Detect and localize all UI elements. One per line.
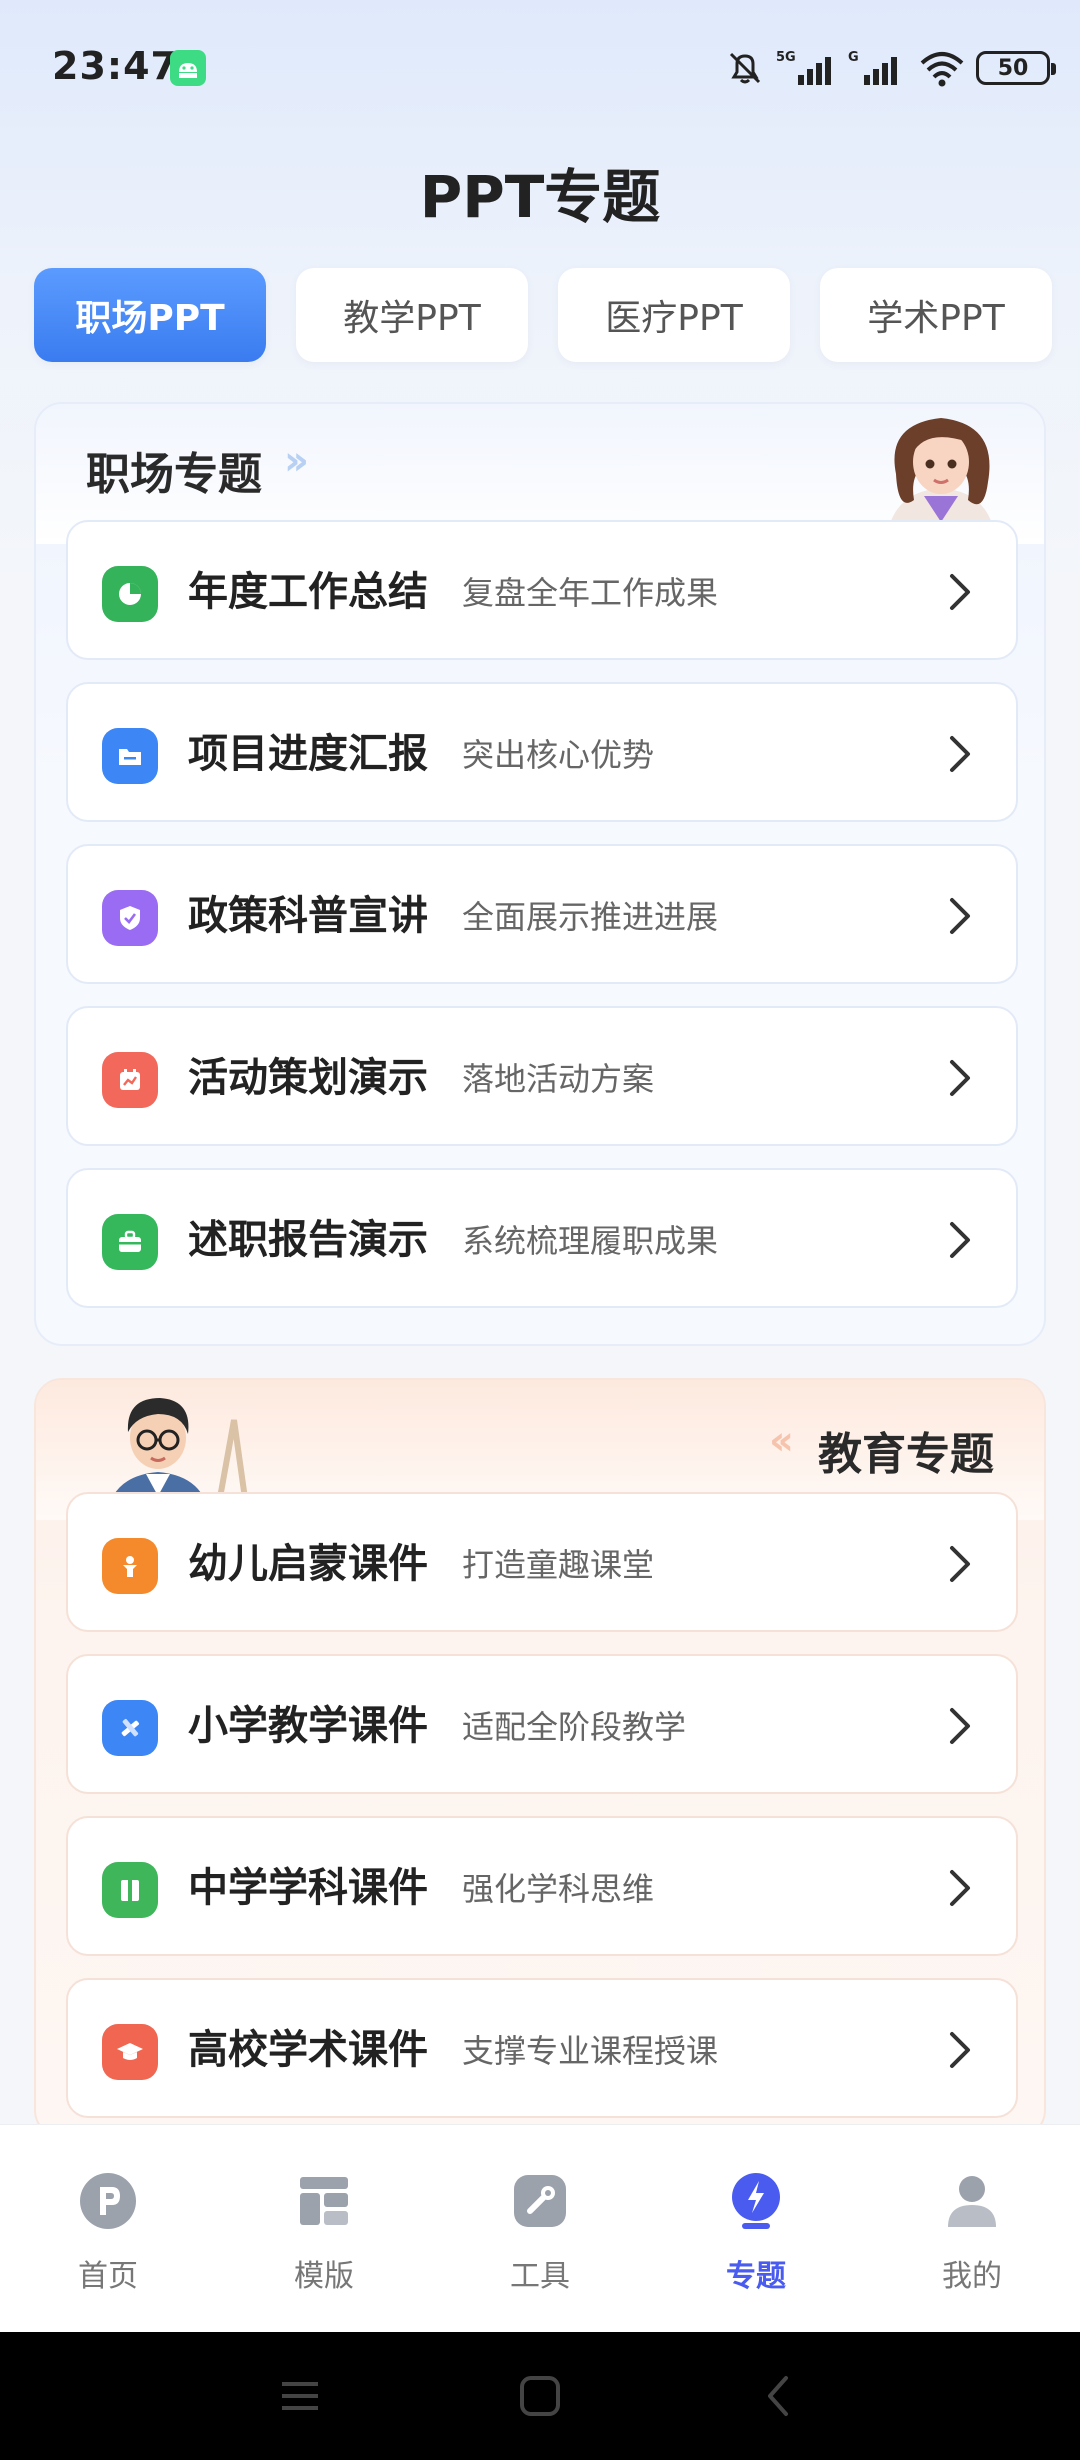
ruler-pencil-icon bbox=[102, 1700, 158, 1756]
chevron-right-icon bbox=[950, 1222, 970, 1258]
nav-item-home[interactable]: 首页 bbox=[0, 2125, 216, 2332]
system-nav-bar bbox=[0, 2332, 1080, 2460]
status-bar: 23:47 5G G 50 bbox=[0, 0, 1080, 140]
list-item[interactable]: 幼儿启蒙课件 打造童趣课堂 bbox=[66, 1492, 1018, 1632]
svg-text:G: G bbox=[848, 50, 859, 65]
menu-icon[interactable] bbox=[276, 2372, 324, 2420]
graduation-cap-icon bbox=[102, 2024, 158, 2080]
list-item[interactable]: 年度工作总结 复盘全年工作成果 bbox=[66, 520, 1018, 660]
home-square-icon[interactable] bbox=[516, 2372, 564, 2420]
item-name: 年度工作总结 bbox=[188, 569, 428, 615]
calendar-icon bbox=[102, 1052, 158, 1108]
nav-item-tools[interactable]: 工具 bbox=[432, 2125, 648, 2332]
home-p-icon bbox=[80, 2173, 136, 2229]
nav-label: 工具 bbox=[510, 2259, 570, 2294]
book-icon bbox=[102, 1862, 158, 1918]
item-name: 活动策划演示 bbox=[188, 1055, 428, 1101]
status-time: 23:47 bbox=[52, 44, 178, 88]
nav-label: 首页 bbox=[78, 2259, 138, 2294]
tools-icon bbox=[514, 2175, 566, 2227]
battery-indicator: 50 bbox=[976, 51, 1056, 85]
workplace-section: 职场专题 ›› 年度工作总结 复盘全年工作成果 项目进度汇报 突出核心优势 政策… bbox=[34, 402, 1046, 1346]
chevron-right-icon bbox=[950, 574, 970, 610]
chevron-right-icon bbox=[950, 1060, 970, 1096]
chevron-right-icon bbox=[950, 2032, 970, 2068]
double-chevron-right-icon: ›› bbox=[284, 438, 309, 484]
item-description: 系统梳理履职成果 bbox=[462, 1222, 719, 1260]
list-item[interactable]: 活动策划演示 落地活动方案 bbox=[66, 1006, 1018, 1146]
chevron-right-icon bbox=[950, 1870, 970, 1906]
category-tabs: 职场PPT 教学PPT 医疗PPT 学术PPT bbox=[34, 268, 1074, 362]
svg-text:5G: 5G bbox=[776, 50, 796, 65]
profile-icon bbox=[948, 2176, 996, 2227]
mute-bell-icon bbox=[729, 52, 761, 84]
nav-label: 模版 bbox=[294, 2259, 354, 2294]
list-item[interactable]: 政策科普宣讲 全面展示推进进展 bbox=[66, 844, 1018, 984]
nav-label: 专题 bbox=[726, 2259, 786, 2294]
topic-lightning-icon bbox=[732, 2173, 780, 2229]
education-list: 幼儿启蒙课件 打造童趣课堂 小学教学课件 适配全阶段教学 中学学科课件 强化学科… bbox=[66, 1492, 1018, 2136]
tab-medical-ppt[interactable]: 医疗PPT bbox=[558, 268, 790, 362]
item-name: 幼儿启蒙课件 bbox=[188, 1541, 428, 1587]
wifi-icon bbox=[920, 52, 964, 87]
list-item[interactable]: 中学学科课件 强化学科思维 bbox=[66, 1816, 1018, 1956]
list-item[interactable]: 项目进度汇报 突出核心优势 bbox=[66, 682, 1018, 822]
chevron-right-icon bbox=[950, 898, 970, 934]
list-item[interactable]: 高校学术课件 支撑专业课程授课 bbox=[66, 1978, 1018, 2118]
section-title-education: 教育专题 bbox=[818, 1429, 994, 1480]
tab-academic-ppt[interactable]: 学术PPT bbox=[820, 268, 1052, 362]
item-name: 政策科普宣讲 bbox=[188, 893, 428, 939]
shield-icon bbox=[102, 890, 158, 946]
status-icons: 5G G 50 bbox=[724, 44, 1056, 92]
signal-g-icon: G bbox=[848, 50, 897, 85]
item-description: 复盘全年工作成果 bbox=[462, 574, 719, 612]
item-description: 打造童趣课堂 bbox=[462, 1546, 655, 1584]
pie-chart-icon bbox=[102, 566, 158, 622]
chevron-right-icon bbox=[950, 1708, 970, 1744]
item-name: 项目进度汇报 bbox=[188, 731, 428, 777]
template-icon bbox=[300, 2177, 348, 2225]
education-section: ‹‹ 教育专题 幼儿启蒙课件 打造童趣课堂 小学教学课件 适配全阶段教学 中学学… bbox=[34, 1378, 1046, 2138]
android-notification-icon bbox=[170, 50, 206, 86]
item-name: 中学学科课件 bbox=[188, 1865, 428, 1911]
nav-item-templates[interactable]: 模版 bbox=[216, 2125, 432, 2332]
item-description: 支撑专业课程授课 bbox=[462, 2032, 719, 2070]
item-description: 适配全阶段教学 bbox=[462, 1708, 687, 1746]
double-chevron-left-icon: ‹‹ bbox=[769, 1418, 794, 1464]
item-description: 落地活动方案 bbox=[462, 1060, 655, 1098]
item-name: 述职报告演示 bbox=[188, 1217, 428, 1263]
nav-item-topics[interactable]: 专题 bbox=[648, 2125, 864, 2332]
item-description: 强化学科思维 bbox=[462, 1870, 655, 1908]
workplace-list: 年度工作总结 复盘全年工作成果 项目进度汇报 突出核心优势 政策科普宣讲 全面展… bbox=[66, 520, 1018, 1330]
list-item[interactable]: 述职报告演示 系统梳理履职成果 bbox=[66, 1168, 1018, 1308]
list-item[interactable]: 小学教学课件 适配全阶段教学 bbox=[66, 1654, 1018, 1794]
nav-label: 我的 bbox=[942, 2259, 1002, 2294]
chevron-right-icon bbox=[950, 736, 970, 772]
item-name: 高校学术课件 bbox=[188, 2027, 428, 2073]
child-icon bbox=[102, 1538, 158, 1594]
item-name: 小学教学课件 bbox=[188, 1703, 428, 1749]
signal-5g-icon: 5G bbox=[776, 50, 831, 85]
item-description: 突出核心优势 bbox=[462, 736, 655, 774]
tab-teaching-ppt[interactable]: 教学PPT bbox=[296, 268, 528, 362]
page-title: PPT专题 bbox=[419, 163, 661, 231]
briefcase-icon bbox=[102, 1214, 158, 1270]
chevron-right-icon bbox=[950, 1546, 970, 1582]
item-description: 全面展示推进进展 bbox=[462, 898, 719, 936]
folder-icon bbox=[102, 728, 158, 784]
bottom-nav: 首页 模版 工具 专题 我的 bbox=[0, 2124, 1080, 2332]
nav-item-profile[interactable]: 我的 bbox=[864, 2125, 1080, 2332]
section-title-workplace: 职场专题 bbox=[86, 449, 262, 500]
back-icon[interactable] bbox=[756, 2372, 804, 2420]
tab-workplace-ppt[interactable]: 职场PPT bbox=[34, 268, 266, 362]
